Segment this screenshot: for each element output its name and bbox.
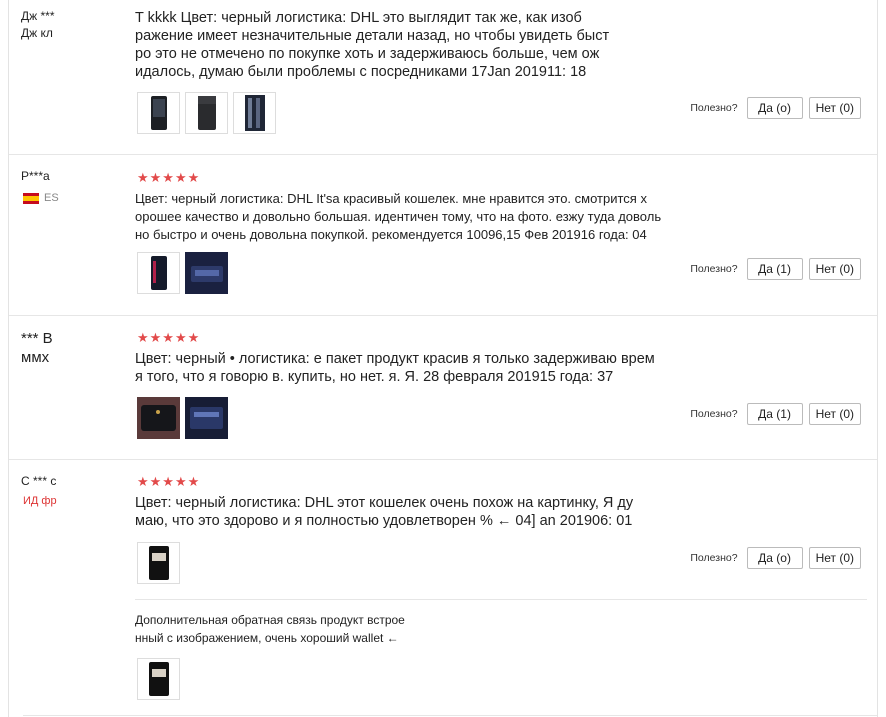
spain-flag-icon [23, 192, 39, 204]
review-text: Цвет: черный • логистика: е пакет продук… [135, 351, 655, 385]
rating-stars: ★★★★★ [137, 330, 201, 345]
rating-stars: ★★★★★ [137, 170, 201, 185]
helpful-no-button[interactable]: Нет (0) [808, 97, 861, 119]
helpful-vote: Полезно? Да (1) Нет (0) [690, 258, 861, 280]
review-photo[interactable] [185, 252, 228, 294]
helpful-yes-button[interactable]: Да (o) [746, 547, 803, 569]
helpful-vote: Полезно? Да (o) Нет (0) [690, 547, 861, 569]
helpful-no-button[interactable]: Нет (0) [808, 403, 861, 425]
review-photo[interactable] [137, 542, 180, 584]
helpful-no-button[interactable]: Нет (0) [808, 547, 861, 569]
review-photos [137, 542, 180, 584]
review-photo[interactable] [137, 252, 180, 294]
additional-feedback-text: Дополнительная обратная связь продукт вс… [135, 613, 405, 645]
list-bottom-divider [23, 715, 877, 716]
review-text: T kkkk Цвет: черный логистика: DHL это в… [135, 10, 610, 80]
review-item: *** В ммх ★★★★★ Цвет: черный • логистика… [9, 315, 877, 459]
reviewer-country: ES [23, 192, 59, 204]
review-photo[interactable] [233, 92, 276, 134]
rating-stars: ★★★★★ [137, 474, 201, 489]
reviewer-name: Дж *** Дж кл [21, 9, 55, 40]
additional-feedback-photos [137, 658, 180, 700]
review-photo[interactable] [185, 397, 228, 439]
helpful-label: Полезно? [690, 408, 738, 420]
helpful-vote: Полезно? Да (o) Нет (0) [690, 97, 861, 119]
reviewer-country: ИД фр [23, 495, 57, 507]
reviewer-name: С *** с [21, 474, 57, 488]
additional-feedback-divider [135, 599, 867, 600]
review-photos [137, 92, 276, 134]
reviewer-name: P***a [21, 169, 50, 183]
helpful-label: Полезно? [690, 552, 738, 564]
helpful-no-button[interactable]: Нет (0) [808, 258, 861, 280]
helpful-yes-button[interactable]: Да (o) [746, 97, 803, 119]
review-photo[interactable] [185, 92, 228, 134]
review-text: Цвет: черный логистика: DHL этот кошелек… [135, 495, 634, 529]
reviewer-name: *** В ммх [21, 330, 53, 366]
helpful-vote: Полезно? Да (1) Нет (0) [690, 403, 861, 425]
review-photos [137, 397, 228, 439]
review-item: P***a ES ★★★★★ Цвет: черный логистика: D… [9, 154, 877, 315]
review-photo[interactable] [137, 397, 180, 439]
reviews-list: Дж *** Дж кл T kkkk Цвет: черный логисти… [8, 0, 878, 717]
review-item: С *** с ИД фр ★★★★★ Цвет: черный логисти… [9, 459, 877, 716]
helpful-label: Полезно? [690, 263, 738, 275]
review-text: Цвет: черный логистика: DHL It'sa красив… [135, 191, 662, 242]
review-photo[interactable] [137, 92, 180, 134]
helpful-yes-button[interactable]: Да (1) [746, 258, 803, 280]
helpful-label: Полезно? [690, 102, 738, 114]
review-photo[interactable] [137, 658, 180, 700]
review-item: Дж *** Дж кл T kkkk Цвет: черный логисти… [9, 0, 877, 153]
review-photos [137, 252, 228, 294]
helpful-yes-button[interactable]: Да (1) [746, 403, 803, 425]
